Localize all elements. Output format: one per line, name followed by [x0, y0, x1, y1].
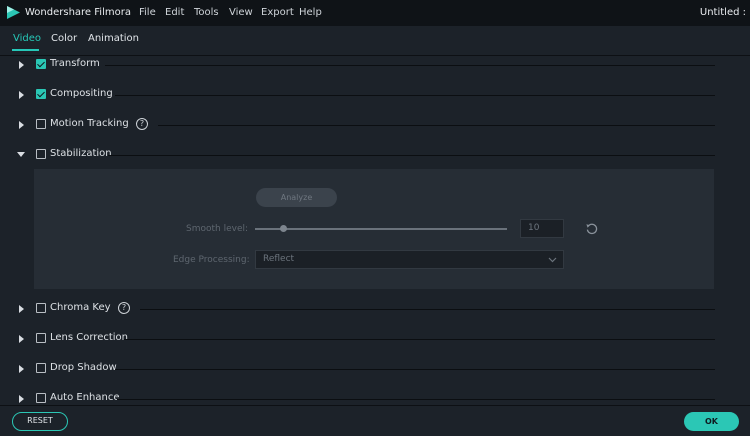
section-stabilization[interactable]: Stabilization [0, 144, 750, 166]
lens-correction-checkbox[interactable] [36, 333, 46, 343]
title-bar: Wondershare Filmora File Edit Tools View… [0, 0, 750, 26]
filmora-logo-icon [7, 6, 20, 19]
menu-file[interactable]: File [139, 7, 156, 18]
chevron-down-icon [548, 257, 557, 263]
section-label: Transform [50, 58, 100, 69]
drop-shadow-checkbox[interactable] [36, 363, 46, 373]
section-label: Compositing [50, 88, 113, 99]
footer-bar: RESET OK [0, 405, 750, 436]
section-divider [105, 65, 715, 66]
expand-arrow-icon[interactable] [19, 91, 24, 99]
active-tab-indicator [12, 49, 39, 51]
ok-button[interactable]: OK [684, 412, 739, 431]
smooth-level-label: Smooth level: [186, 224, 249, 234]
section-label: Auto Enhance [50, 392, 120, 403]
tab-color[interactable]: Color [51, 33, 77, 44]
section-compositing[interactable]: Compositing [0, 84, 750, 106]
section-divider [124, 339, 715, 340]
tab-animation[interactable]: Animation [88, 33, 139, 44]
tab-bar: Video Color Animation [0, 26, 750, 56]
collapse-arrow-icon[interactable] [17, 152, 25, 157]
auto-enhance-checkbox[interactable] [36, 393, 46, 403]
expand-arrow-icon[interactable] [19, 335, 24, 343]
smooth-level-slider[interactable] [255, 228, 507, 230]
help-icon[interactable]: ? [136, 118, 148, 130]
section-label: Chroma Key [50, 302, 111, 313]
menu-edit[interactable]: Edit [165, 7, 184, 18]
tab-video[interactable]: Video [13, 33, 41, 44]
app-title: Wondershare Filmora [25, 7, 131, 18]
motion-tracking-checkbox[interactable] [36, 119, 46, 129]
expand-arrow-icon[interactable] [19, 305, 24, 313]
document-title: Untitled : [699, 7, 746, 18]
stabilization-checkbox[interactable] [36, 149, 46, 159]
compositing-checkbox[interactable] [36, 89, 46, 99]
edge-processing-value: Reflect [263, 254, 295, 264]
reset-icon[interactable] [585, 222, 599, 236]
menu-export[interactable]: Export [261, 7, 294, 18]
help-icon[interactable]: ? [118, 302, 130, 314]
menu-view[interactable]: View [229, 7, 253, 18]
section-drop-shadow[interactable]: Drop Shadow [0, 358, 750, 380]
chroma-key-checkbox[interactable] [36, 303, 46, 313]
section-motion-tracking[interactable]: Motion Tracking ? [0, 114, 750, 136]
expand-arrow-icon[interactable] [19, 61, 24, 69]
stabilization-panel: Analyze Smooth level: 10 Edge Processing… [34, 169, 714, 289]
transform-checkbox[interactable] [36, 59, 46, 69]
smooth-level-slider-handle[interactable] [280, 225, 287, 232]
section-label: Lens Correction [50, 332, 129, 343]
section-divider [115, 369, 715, 370]
expand-arrow-icon[interactable] [19, 395, 24, 403]
section-divider [117, 399, 715, 400]
section-divider [158, 125, 715, 126]
reset-button[interactable]: RESET [12, 412, 68, 431]
section-label: Drop Shadow [50, 362, 117, 373]
section-label: Stabilization [50, 148, 112, 159]
section-transform[interactable]: Transform [0, 54, 750, 76]
section-divider [108, 155, 715, 156]
edge-processing-label: Edge Processing: [173, 255, 250, 265]
smooth-level-input[interactable]: 10 [520, 219, 564, 238]
analyze-button[interactable]: Analyze [256, 188, 337, 207]
section-lens-correction[interactable]: Lens Correction [0, 328, 750, 350]
menu-help[interactable]: Help [299, 7, 322, 18]
section-divider [140, 309, 715, 310]
expand-arrow-icon[interactable] [19, 121, 24, 129]
edge-processing-select[interactable]: Reflect [255, 250, 564, 269]
section-label: Motion Tracking [50, 118, 129, 129]
expand-arrow-icon[interactable] [19, 365, 24, 373]
section-chroma-key[interactable]: Chroma Key ? [0, 298, 750, 320]
menu-tools[interactable]: Tools [194, 7, 219, 18]
section-divider [115, 95, 715, 96]
